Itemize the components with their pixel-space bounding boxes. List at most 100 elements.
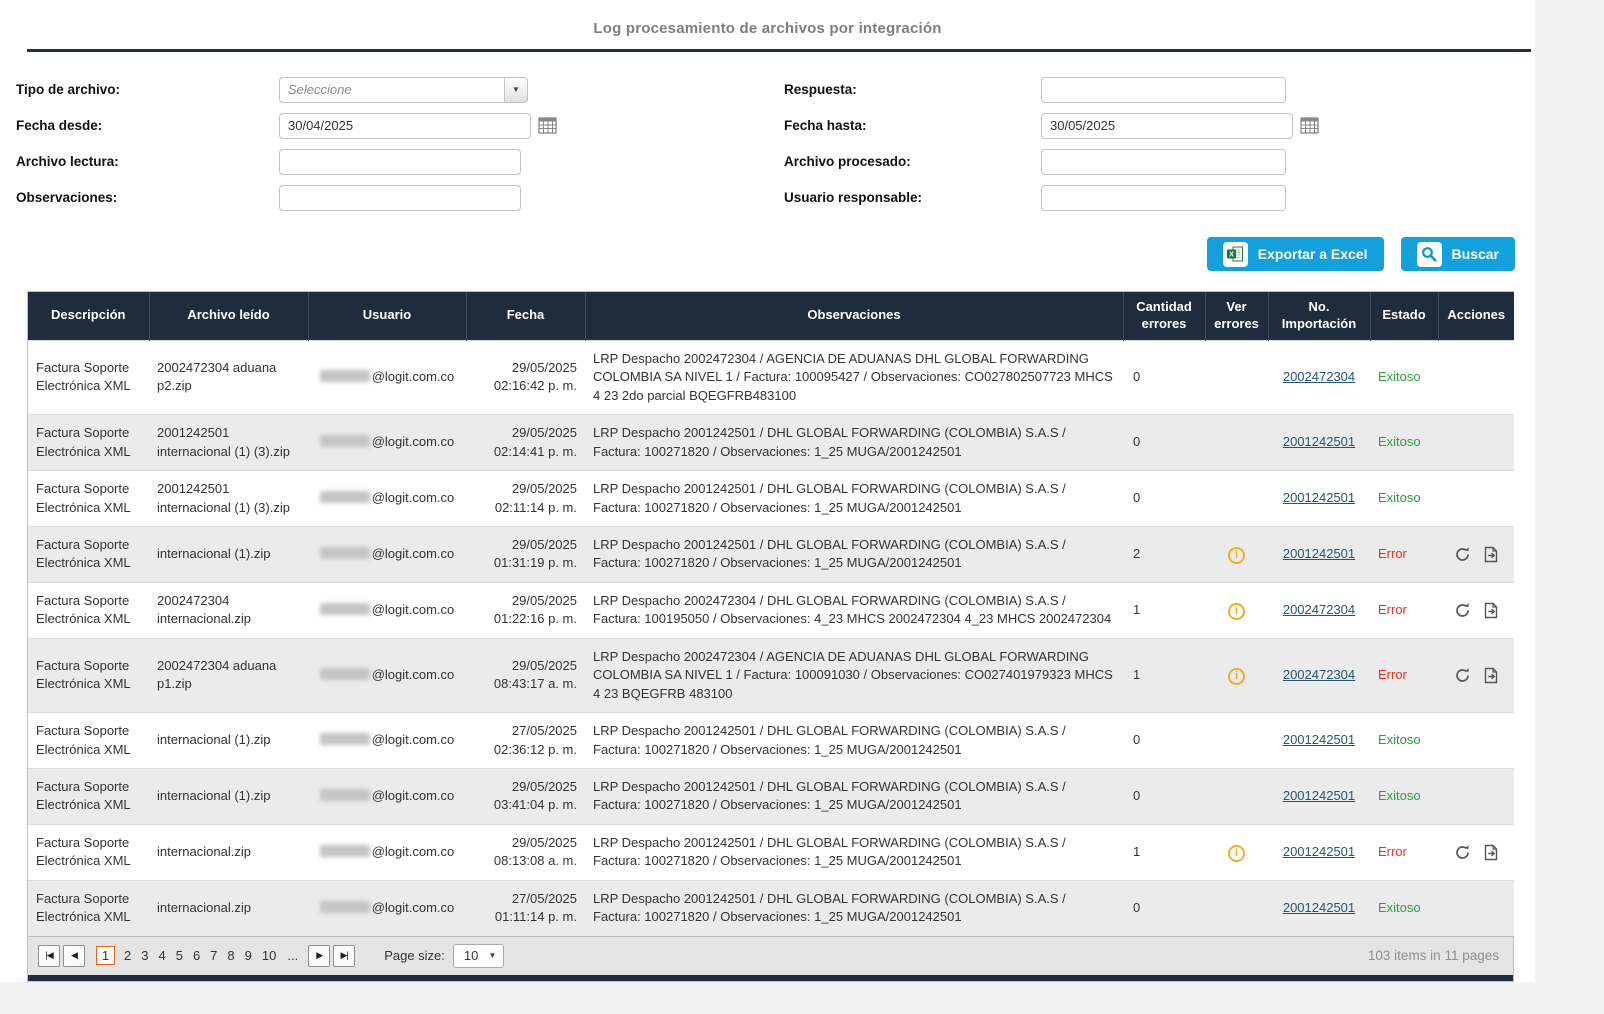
column-header-usuario: Usuario [308,292,466,340]
cell-usuario: @logit.com.co [308,880,466,935]
column-header-ver-errores: Ver errores [1205,292,1268,340]
cell-descripcion: Factura Soporte Electrónica XML [28,471,149,527]
cell-ver-errores [1205,340,1268,414]
cell-archivo-leido: 2002472304 internacional.zip [149,582,308,638]
cell-archivo-leido: 2001242501 internacional (1) (3).zip [149,471,308,527]
status-label: Error [1378,844,1407,859]
next-page-button[interactable]: ▶ [308,945,330,967]
column-header-no-importacion: No. Importación [1268,292,1370,340]
column-header-estado: Estado [1370,292,1438,340]
cell-no-importacion: 2001242501 [1268,880,1370,935]
import-number-link[interactable]: 2001242501 [1283,732,1355,747]
retry-icon[interactable] [1454,667,1471,684]
page-number[interactable]: 10 [257,948,281,963]
page-number[interactable]: 6 [188,948,205,963]
observaciones-input[interactable] [279,185,521,211]
svg-text:X: X [1229,250,1234,259]
archivo-lectura-input[interactable] [279,149,521,175]
fecha-date: 29/05/2025 [474,592,577,610]
pager-ellipsis[interactable]: ... [281,948,304,963]
column-header-cantidad-errores: Cantidad errores [1123,292,1205,340]
redacted-username [320,435,370,447]
archivo-procesado-label: Archivo procesado: [776,148,1026,175]
last-page-button[interactable]: ▶| [333,945,355,967]
cell-archivo-leido: 2002472304 aduana p2.zip [149,340,308,414]
user-email-domain: @logit.com.co [372,546,455,561]
cell-fecha: 29/05/202508:13:08 a. m. [466,824,585,880]
import-number-link[interactable]: 2001242501 [1283,434,1355,449]
view-errors-icon[interactable]: i [1228,845,1245,862]
page-size-select[interactable]: 10 ▼ [453,944,504,968]
export-log-icon[interactable] [1483,546,1499,563]
search-button[interactable]: Buscar [1401,237,1515,271]
archivo-procesado-input[interactable] [1041,149,1286,175]
page-number[interactable]: 9 [240,948,257,963]
page-number[interactable]: 2 [119,948,136,963]
retry-icon[interactable] [1454,546,1471,563]
fecha-time: 08:43:17 a. m. [474,675,577,693]
tipo-archivo-select[interactable]: Seleccione ▼ [279,77,528,103]
table-row: Factura Soporte Electrónica XMLinternaci… [28,713,1514,769]
page-number[interactable]: 3 [136,948,153,963]
cell-fecha: 27/05/202502:36:12 p. m. [466,713,585,769]
cell-cantidad-errores: 0 [1123,769,1205,825]
export-log-icon[interactable] [1483,602,1499,619]
import-number-link[interactable]: 2001242501 [1283,490,1355,505]
fecha-date: 29/05/2025 [474,834,577,852]
pager: |◀ ◀ 12345678910... ▶ ▶| Page size: 10 ▼… [28,936,1513,975]
page-number[interactable]: 8 [222,948,239,963]
pager-pages: 12345678910... [92,946,304,965]
import-number-link[interactable]: 2002472304 [1283,667,1355,682]
cell-cantidad-errores: 0 [1123,713,1205,769]
status-label: Exitoso [1378,434,1421,449]
respuesta-input[interactable] [1041,77,1286,103]
usuario-responsable-input[interactable] [1041,185,1286,211]
fecha-date: 29/05/2025 [474,480,577,498]
tipo-archivo-label: Tipo de archivo: [8,76,261,103]
export-excel-button[interactable]: X Exportar a Excel [1207,237,1384,271]
search-button-label: Buscar [1452,246,1499,262]
view-errors-icon[interactable]: i [1228,547,1245,564]
fecha-desde-input[interactable] [279,113,531,139]
cell-observaciones: LRP Despacho 2002472304 / DHL GLOBAL FOR… [585,582,1123,638]
calendar-icon[interactable] [538,117,557,134]
redacted-username [320,668,370,680]
cell-acciones [1438,415,1514,471]
cell-no-importacion: 2002472304 [1268,638,1370,712]
current-page[interactable]: 1 [96,946,115,965]
status-label: Error [1378,546,1407,561]
page-number[interactable]: 7 [205,948,222,963]
first-page-button[interactable]: |◀ [38,945,60,967]
page-number[interactable]: 4 [153,948,170,963]
view-errors-icon[interactable]: i [1228,603,1245,620]
cell-no-importacion: 2001242501 [1268,415,1370,471]
view-errors-icon[interactable]: i [1228,668,1245,685]
cell-ver-errores: i [1205,582,1268,638]
import-number-link[interactable]: 2002472304 [1283,369,1355,384]
import-number-link[interactable]: 2001242501 [1283,900,1355,915]
import-number-link[interactable]: 2001242501 [1283,546,1355,561]
fecha-hasta-input[interactable] [1041,113,1293,139]
export-log-icon[interactable] [1483,667,1499,684]
cell-estado: Exitoso [1370,713,1438,769]
fecha-date: 27/05/2025 [474,890,577,908]
cell-descripcion: Factura Soporte Electrónica XML [28,638,149,712]
cell-acciones [1438,880,1514,935]
cell-cantidad-errores: 1 [1123,824,1205,880]
cell-acciones [1438,824,1514,880]
calendar-icon[interactable] [1300,117,1319,134]
page-number[interactable]: 5 [171,948,188,963]
table-row: Factura Soporte Electrónica XMLinternaci… [28,526,1514,582]
table-header-row: DescripciónArchivo leídoUsuarioFechaObse… [28,292,1514,340]
export-log-icon[interactable] [1483,844,1499,861]
cell-cantidad-errores: 2 [1123,526,1205,582]
import-number-link[interactable]: 2001242501 [1283,844,1355,859]
import-number-link[interactable]: 2001242501 [1283,788,1355,803]
chevron-down-icon[interactable]: ▼ [504,77,528,103]
prev-page-button[interactable]: ◀ [63,945,85,967]
retry-icon[interactable] [1454,844,1471,861]
retry-icon[interactable] [1454,602,1471,619]
fecha-time: 02:36:12 p. m. [474,741,577,759]
title-divider [27,49,1531,52]
import-number-link[interactable]: 2002472304 [1283,602,1355,617]
